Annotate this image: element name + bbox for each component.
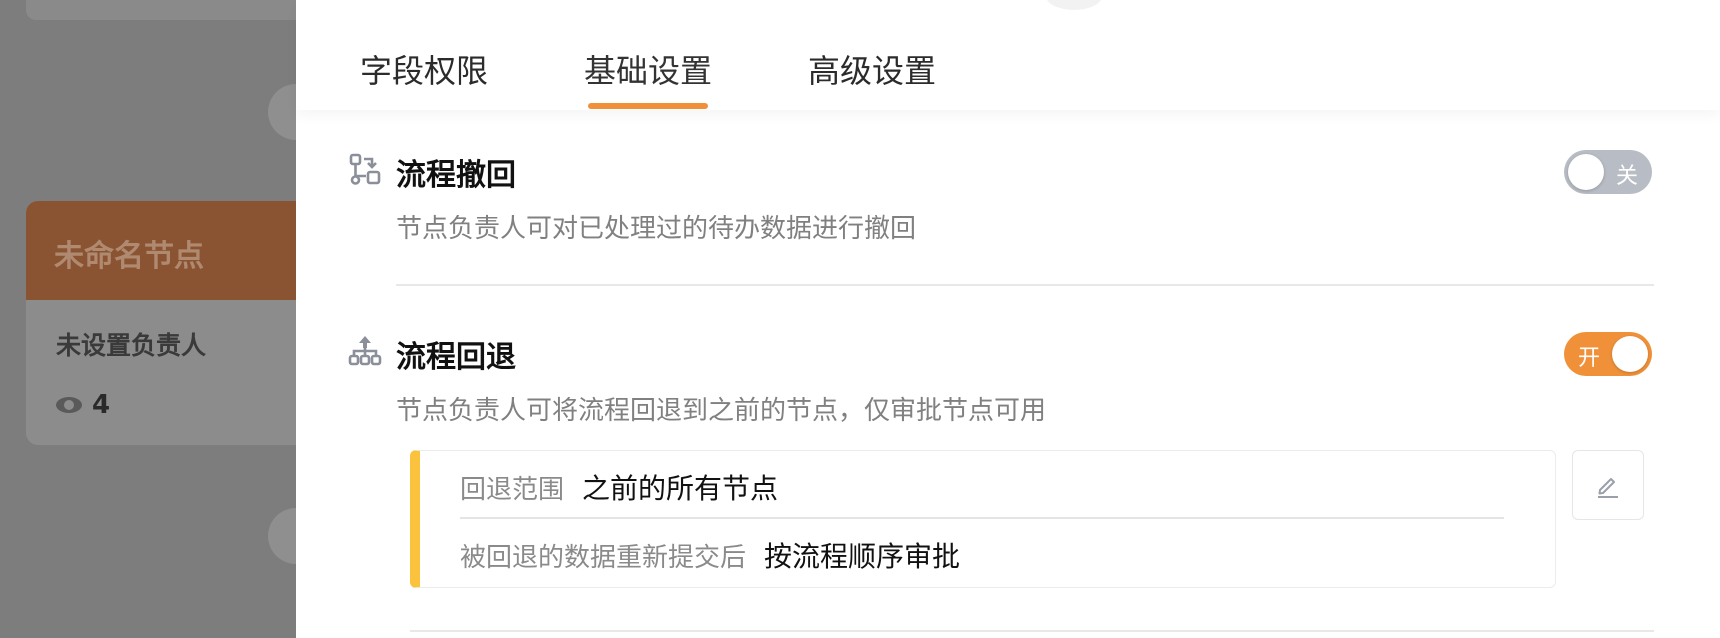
toggle-knob — [1568, 154, 1604, 190]
eye-icon — [56, 397, 82, 413]
withdraw-toggle[interactable]: 关 — [1564, 150, 1652, 194]
tab-basic-settings[interactable]: 基础设置 — [584, 46, 712, 92]
add-node-button-bottom[interactable] — [268, 508, 296, 564]
rollback-toggle[interactable]: 开 — [1564, 332, 1652, 376]
edit-rollback-button[interactable] — [1572, 450, 1644, 520]
node-owner: 未设置负责人 — [56, 331, 207, 360]
rollback-config-panel: 回退范围 之前的所有节点 被回退的数据重新提交后 按流程顺序审批 — [410, 450, 1556, 588]
flow-withdraw-icon — [349, 153, 381, 185]
node-title: 未命名节点 — [54, 239, 204, 274]
tab-advanced-settings[interactable]: 高级设置 — [808, 46, 936, 92]
divider — [410, 630, 1654, 632]
setting-description: 节点负责人可对已处理过的待办数据进行撤回 — [396, 214, 917, 244]
divider — [396, 284, 1654, 286]
add-node-button[interactable] — [268, 84, 296, 140]
tab-bar: 字段权限 基础设置 高级设置 — [296, 0, 1720, 110]
node-views: 4 — [56, 390, 296, 420]
resubmit-value: 按流程顺序审批 — [764, 540, 961, 573]
config-divider — [460, 517, 1504, 519]
settings-drawer: 字段权限 基础设置 高级设置 流程撤回 节点负责人可对已处理过的待办数据进行撤回… — [296, 0, 1720, 638]
previous-node-card — [26, 0, 296, 20]
setting-title: 流程回退 — [396, 340, 516, 375]
toggle-label: 关 — [1615, 164, 1638, 189]
rollback-scope-label: 回退范围 — [460, 475, 565, 505]
tab-field-permissions[interactable]: 字段权限 — [360, 46, 488, 92]
resubmit-row: 被回退的数据重新提交后 按流程顺序审批 — [460, 535, 960, 575]
setting-title: 流程撤回 — [396, 158, 516, 193]
rollback-scope-row: 回退范围 之前的所有节点 — [460, 467, 778, 507]
setting-description: 节点负责人可将流程回退到之前的节点，仅审批节点可用 — [396, 396, 1047, 426]
resubmit-label: 被回退的数据重新提交后 — [460, 543, 747, 573]
node-body: 未设置负责人 4 — [26, 300, 296, 445]
active-tab-indicator — [588, 103, 708, 109]
flow-rollback-icon — [348, 336, 382, 366]
workflow-canvas-background: 未命名节点 未设置负责人 4 — [0, 0, 296, 638]
workflow-node-card[interactable]: 未命名节点 未设置负责人 4 — [26, 201, 296, 445]
toggle-knob — [1612, 336, 1648, 372]
pencil-icon — [1598, 478, 1618, 498]
toggle-label: 开 — [1578, 346, 1601, 371]
rollback-scope-value: 之前的所有节点 — [582, 472, 779, 505]
node-header: 未命名节点 — [26, 201, 296, 300]
view-count: 4 — [92, 390, 111, 420]
